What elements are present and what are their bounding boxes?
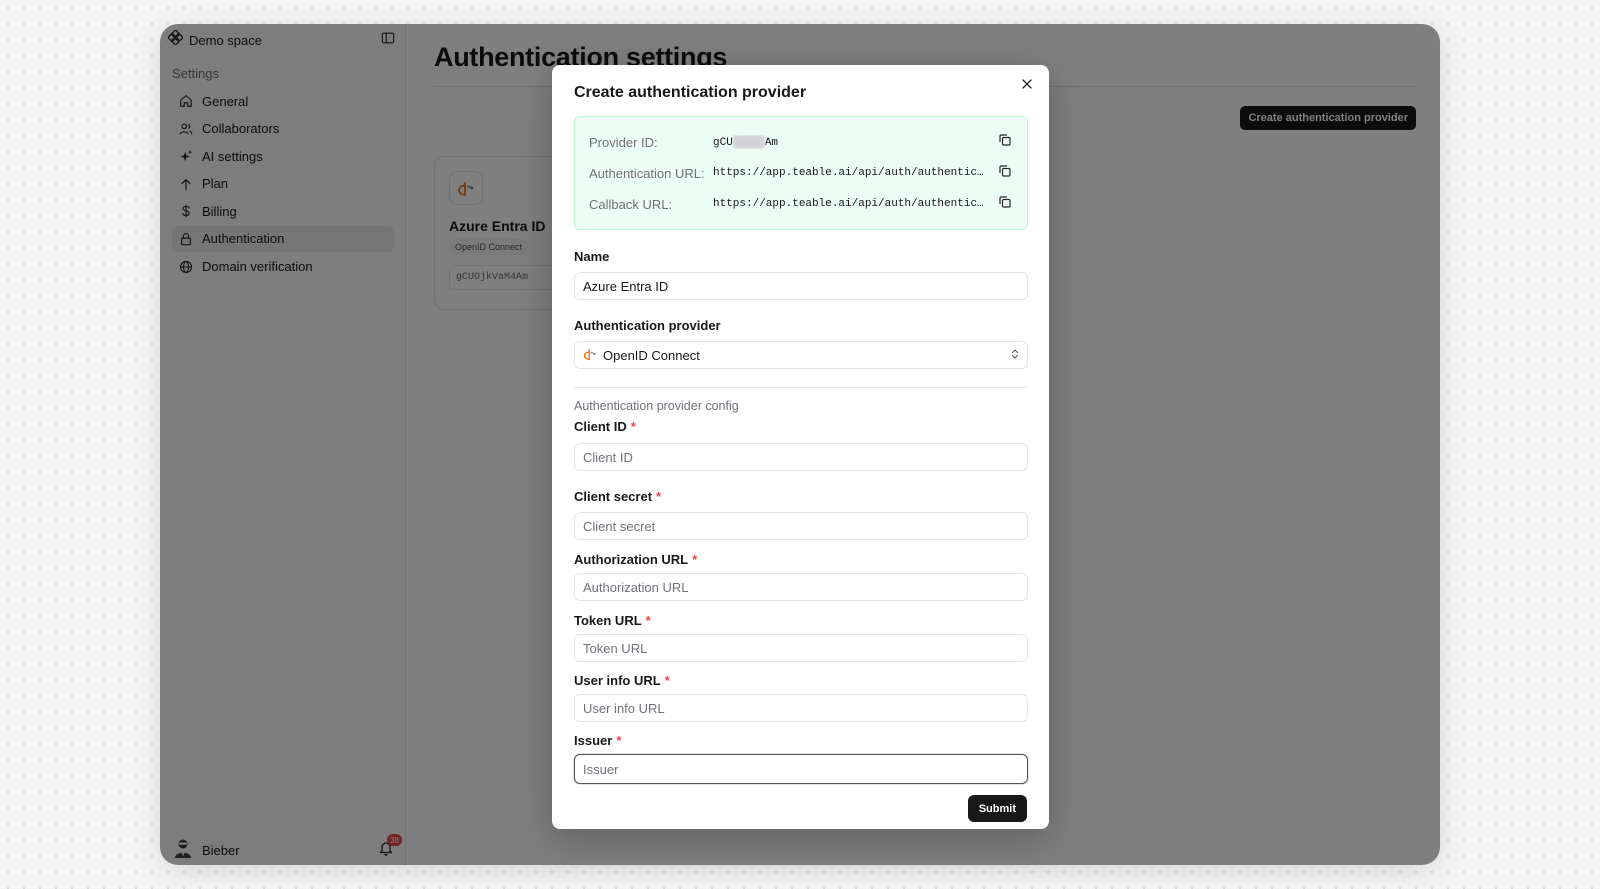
- copy-icon: [999, 195, 1011, 213]
- provider-id-value: gCU Am: [713, 135, 997, 149]
- auth-url-value: https://app.teable.ai/api/auth/authentic…: [713, 167, 991, 179]
- callback-url-label: Callback URL:: [589, 196, 673, 212]
- provider-id-suffix: Am: [764, 136, 779, 149]
- client-secret-label-text: Client secret: [574, 489, 653, 504]
- provider-id-prefix: gCU: [713, 136, 733, 149]
- config-divider: [574, 387, 1028, 388]
- client-secret-input[interactable]: [574, 512, 1028, 540]
- authorization-url-label-text: Authorization URL: [574, 552, 689, 567]
- provider-info-box: Provider ID: gCU Am Authentication URL: h…: [574, 116, 1028, 230]
- required-mark: *: [656, 489, 662, 504]
- copy-provider-id-button[interactable]: [997, 134, 1013, 150]
- required-mark: *: [664, 673, 670, 688]
- create-provider-dialog: Create authentication provider Provider …: [552, 65, 1049, 829]
- token-url-input[interactable]: [574, 634, 1028, 662]
- close-icon: [1022, 76, 1032, 94]
- provider-select-value: OpenID Connect: [603, 347, 700, 363]
- client-secret-label: Client secret *: [574, 489, 661, 504]
- config-section-label: Authentication provider config: [574, 399, 739, 413]
- authorization-url-input[interactable]: [574, 573, 1028, 601]
- provider-id-label: Provider ID:: [589, 134, 658, 150]
- copy-icon: [999, 164, 1011, 182]
- issuer-label: Issuer *: [574, 733, 621, 748]
- copy-icon: [999, 133, 1011, 151]
- token-url-label-text: Token URL: [574, 613, 642, 628]
- name-label: Name: [574, 249, 610, 264]
- client-id-label-text: Client ID: [574, 419, 627, 434]
- name-input[interactable]: [574, 272, 1028, 300]
- issuer-input[interactable]: [574, 754, 1028, 784]
- callback-url-row: Callback URL: https://app.teable.ai/api/…: [589, 194, 1013, 214]
- required-mark: *: [645, 613, 651, 628]
- dialog-title: Create authentication provider: [574, 84, 807, 101]
- required-mark: *: [616, 733, 622, 748]
- user-info-url-label: User info URL *: [574, 673, 670, 688]
- required-mark: *: [630, 419, 636, 434]
- redacted-mask: [732, 135, 765, 149]
- openid-logo-icon: [583, 347, 597, 364]
- required-mark: *: [692, 552, 698, 567]
- copy-callback-url-button[interactable]: [997, 196, 1013, 212]
- callback-url-value: https://app.teable.ai/api/auth/authentic…: [713, 198, 991, 210]
- client-id-label: Client ID *: [574, 419, 636, 434]
- auth-url-row: Authentication URL: https://app.teable.a…: [589, 163, 1013, 183]
- chevron-up-down-icon: [1011, 348, 1019, 363]
- authorization-url-label: Authorization URL *: [574, 552, 697, 567]
- close-button[interactable]: [1019, 77, 1035, 93]
- user-info-url-label-text: User info URL: [574, 673, 661, 688]
- client-id-input[interactable]: [574, 443, 1028, 471]
- copy-auth-url-button[interactable]: [997, 165, 1013, 181]
- provider-select[interactable]: OpenID Connect: [574, 341, 1028, 369]
- provider-id-row: Provider ID: gCU Am: [589, 132, 1013, 152]
- auth-url-label: Authentication URL:: [589, 165, 705, 181]
- token-url-label: Token URL *: [574, 613, 651, 628]
- submit-button[interactable]: Submit: [967, 795, 1027, 822]
- provider-label: Authentication provider: [574, 318, 721, 333]
- issuer-label-text: Issuer: [574, 733, 613, 748]
- user-info-url-input[interactable]: [574, 694, 1028, 722]
